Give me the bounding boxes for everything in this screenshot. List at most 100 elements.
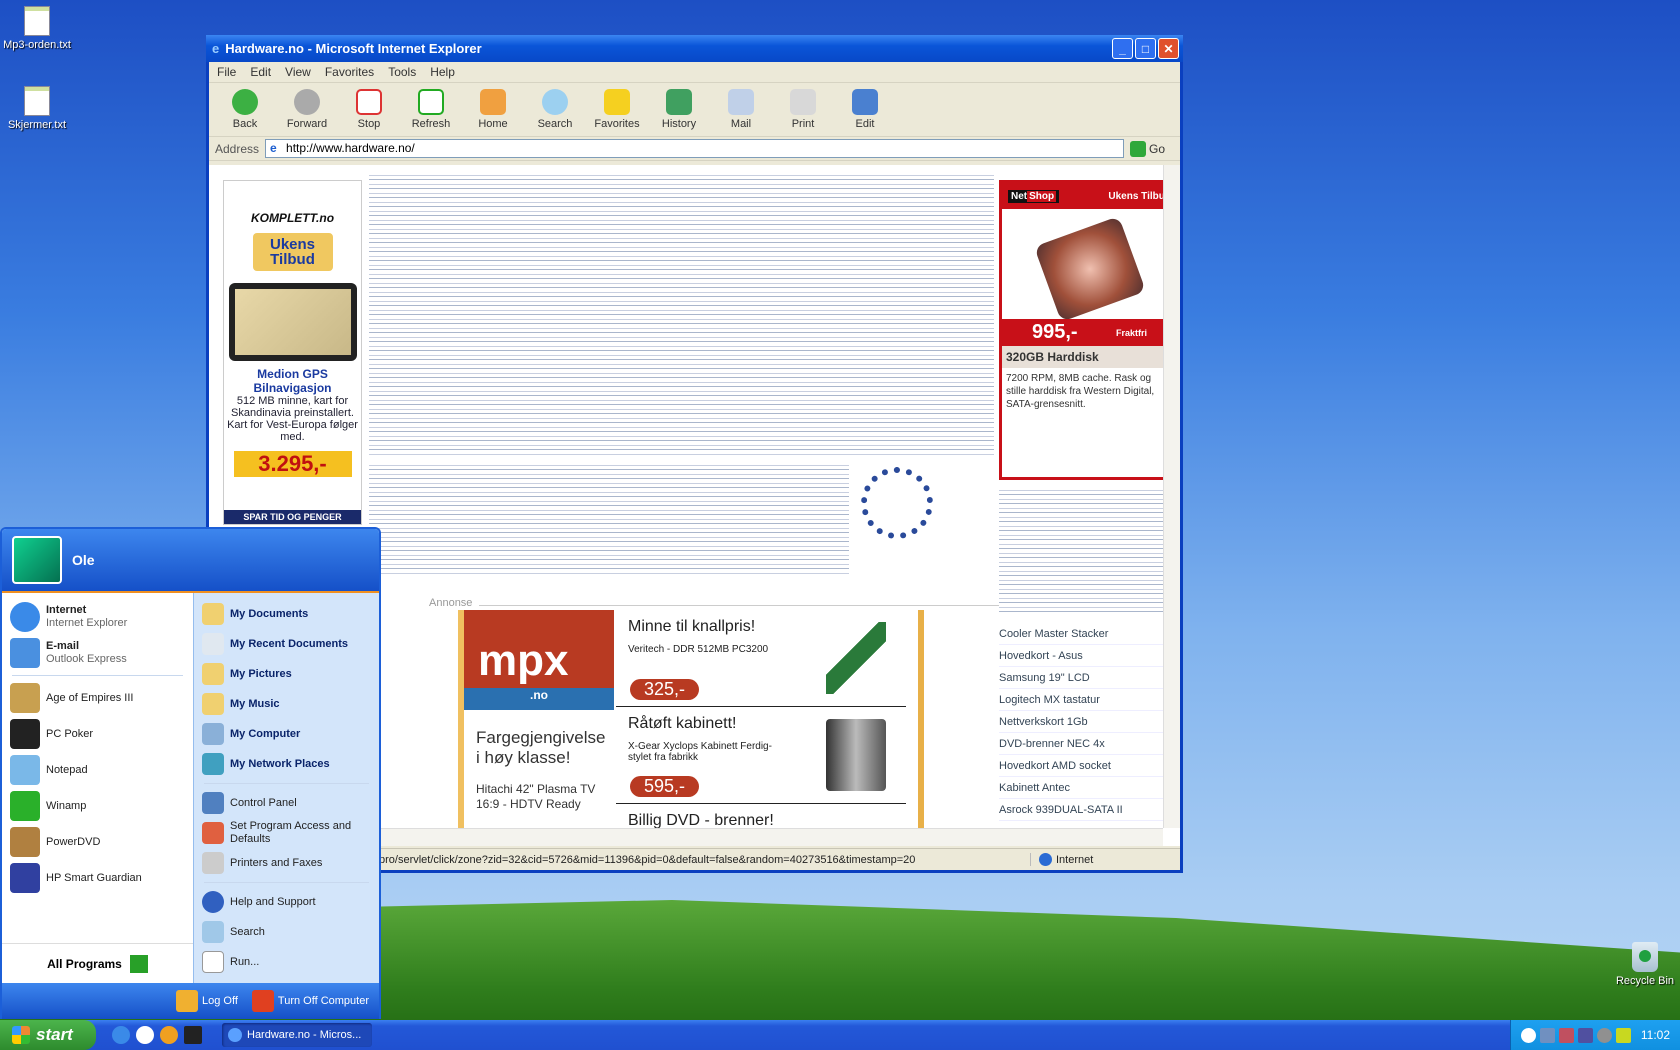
turn-off-button[interactable]: Turn Off Computer (251, 990, 369, 1012)
list-item[interactable]: Samsung 19" LCD (999, 667, 1169, 689)
edit-button[interactable]: Edit (837, 89, 893, 130)
media-icon[interactable] (136, 1026, 154, 1044)
menu-tools[interactable]: Tools (388, 65, 416, 79)
title-bar[interactable]: e Hardware.no - Microsoft Internet Explo… (206, 35, 1183, 62)
start-item-my-documents[interactable]: My Documents (198, 599, 375, 629)
user-avatar (12, 536, 62, 584)
mpx-ad[interactable]: mpx .no Fargegjengivelse i høy klasse! Hit… (458, 610, 924, 832)
mail-button[interactable]: Mail (713, 89, 769, 130)
start-item-recent[interactable]: PowerDVD (6, 824, 189, 860)
start-item-recent[interactable]: Notepad (6, 752, 189, 788)
list-item[interactable]: Hovedkort - Asus (999, 645, 1169, 667)
start-item-recent[interactable]: Age of Empires III (6, 680, 189, 716)
start-item-my-music[interactable]: My Music (198, 689, 375, 719)
start-item-recent[interactable]: HP Smart Guardian (6, 860, 189, 896)
ad-desc: 512 MB minne, kart for Skandinavia prein… (227, 395, 358, 443)
security-tray-icon[interactable] (1577, 1027, 1593, 1043)
ad-price: 3.295,- (233, 451, 352, 477)
history-button[interactable]: History (651, 89, 707, 130)
harddisk-image (1033, 216, 1146, 322)
search-button[interactable]: Search (527, 89, 583, 130)
taskbar-item-ie[interactable]: Hardware.no - Micros... (222, 1023, 372, 1047)
mpx-logo: mpx .no (464, 610, 614, 710)
toolbar: Back Forward Stop Refresh Home Search Fa… (209, 83, 1180, 137)
netshop-ad[interactable]: Net Shop Ukens Tilbud 995,- Fraktfri 320GB … (999, 180, 1177, 480)
start-item-help[interactable]: Help and Support (198, 887, 375, 917)
start-item-email[interactable]: E-mail Outlook Express (6, 635, 189, 671)
start-item-internet[interactable]: Internet Internet Explorer (6, 599, 189, 635)
ad-product: Medion GPS Bilnavigasjon (253, 367, 332, 395)
browser-icon[interactable] (160, 1026, 178, 1044)
desktop-icon-skjermer[interactable]: Skjermer.txt (0, 86, 82, 131)
go-button[interactable]: Go (1130, 139, 1180, 158)
computer-icon (202, 723, 224, 745)
home-button[interactable]: Home (465, 89, 521, 130)
forward-icon (294, 89, 320, 115)
back-icon (232, 89, 258, 115)
back-button[interactable]: Back (217, 89, 273, 130)
run-icon (202, 951, 224, 973)
mpx-product[interactable]: Råtøft kabinett! X-Gear Xyclops Kabinett … (616, 707, 906, 804)
start-item-printers[interactable]: Printers and Faxes (198, 848, 375, 878)
komplett-ad[interactable]: KOMPLETT.no Ukens Tilbud Medion GPS Biln… (223, 180, 362, 525)
list-item[interactable]: Hovedkort AMD socket (999, 755, 1169, 777)
print-button[interactable]: Print (775, 89, 831, 130)
winamp-icon (10, 791, 40, 821)
mpx-product[interactable]: Minne til knallpris! Veritech - DDR 512MB… (616, 610, 906, 707)
menu-view[interactable]: View (285, 65, 311, 79)
list-item[interactable]: Logitech MX tastatur (999, 689, 1169, 711)
start-item-recent[interactable]: Winamp (6, 788, 189, 824)
list-item[interactable]: Asrock 939DUAL-SATA II (999, 799, 1169, 821)
start-item-recent[interactable]: PC Poker (6, 716, 189, 752)
menu-edit[interactable]: Edit (250, 65, 271, 79)
network-tray-icon[interactable] (1539, 1027, 1555, 1043)
menu-favorites[interactable]: Favorites (325, 65, 374, 79)
app-icon[interactable] (184, 1026, 202, 1044)
list-item[interactable]: DVD-brenner NEC 4x (999, 733, 1169, 755)
taskbar: start Hardware.no - Micros... 11:02 (0, 1020, 1680, 1050)
tray-icon[interactable] (1596, 1027, 1612, 1043)
start-item-my-computer[interactable]: My Computer (198, 719, 375, 749)
close-button[interactable]: ✕ (1158, 38, 1179, 59)
clock[interactable]: 11:02 (1641, 1028, 1670, 1043)
start-item-search[interactable]: Search (198, 917, 375, 947)
maximize-button[interactable]: □ (1135, 38, 1156, 59)
stop-button[interactable]: Stop (341, 89, 397, 130)
desktop-icon-mp3-orden[interactable]: Mp3-orden.txt (0, 6, 82, 51)
start-menu: Ole Internet Internet Explorer E-mail Outl… (0, 527, 381, 1019)
recycle-bin-icon (1632, 942, 1658, 972)
refresh-button[interactable]: Refresh (403, 89, 459, 130)
log-off-button[interactable]: Log Off (176, 990, 238, 1012)
minimize-button[interactable]: _ (1112, 38, 1133, 59)
start-button[interactable]: start (0, 1020, 96, 1050)
tray-expand-icon[interactable] (1520, 1027, 1536, 1043)
search-icon (202, 921, 224, 943)
forward-button[interactable]: Forward (279, 89, 335, 130)
go-arrow-icon (1130, 140, 1146, 157)
volume-tray-icon[interactable] (1615, 1027, 1631, 1043)
stop-icon (356, 89, 382, 115)
text-file-icon (24, 86, 50, 116)
list-item[interactable]: Kabinett Antec (999, 777, 1169, 799)
list-item[interactable]: Cooler Master Stacker (999, 623, 1169, 645)
all-programs-button[interactable]: All Programs (2, 943, 193, 983)
network-tray-icon[interactable] (1558, 1027, 1574, 1043)
start-item-my-pictures[interactable]: My Pictures (198, 659, 375, 689)
address-label: Address (215, 141, 260, 156)
desktop-icon-recycle-bin[interactable]: Recycle Bin (1614, 942, 1676, 987)
menu-file[interactable]: File (217, 65, 236, 79)
system-tray: 11:02 (1509, 1020, 1680, 1050)
start-item-control-panel[interactable]: Control Panel (198, 788, 375, 818)
start-item-program-access[interactable]: Set Program Access and Defaults (198, 818, 375, 848)
menu-help[interactable]: Help (430, 65, 455, 79)
ie-icon[interactable] (112, 1026, 130, 1044)
address-input[interactable]: http://www.hardware.no/ (265, 139, 1124, 158)
arrow-right-icon (129, 954, 148, 973)
start-item-recent-documents[interactable]: My Recent Documents (198, 629, 375, 659)
folder-icon (202, 603, 224, 625)
start-item-network[interactable]: My Network Places (198, 749, 375, 779)
start-item-run[interactable]: Run... (198, 947, 375, 977)
list-item[interactable]: Nettverkskort 1Gb (999, 711, 1169, 733)
favorites-button[interactable]: Favorites (589, 89, 645, 130)
vertical-scrollbar[interactable] (1163, 165, 1180, 828)
